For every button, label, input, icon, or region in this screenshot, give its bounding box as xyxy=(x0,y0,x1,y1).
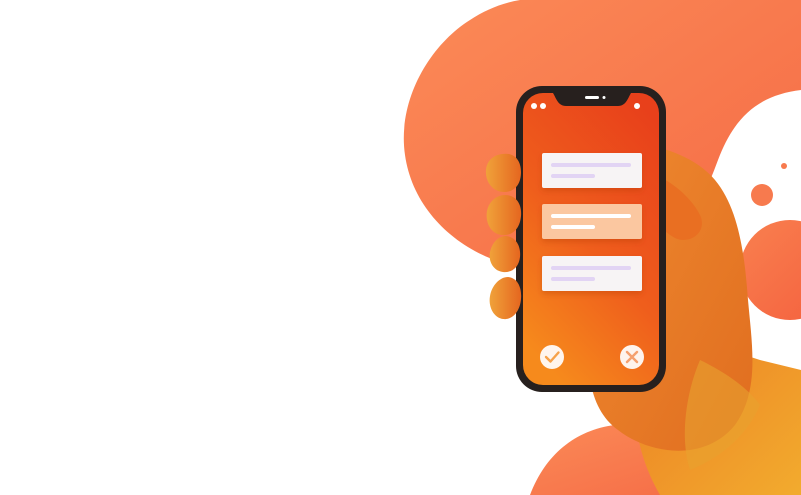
card-item[interactable] xyxy=(542,153,642,188)
card-line xyxy=(551,163,631,167)
blob-small-dot xyxy=(751,184,773,206)
finger-1 xyxy=(485,153,521,192)
phone xyxy=(516,86,666,392)
phone-illustration-svg xyxy=(403,0,801,495)
status-dot-2 xyxy=(540,103,546,109)
notch-speaker xyxy=(585,96,599,99)
phone-notch xyxy=(553,93,631,106)
blob-right-circle xyxy=(740,220,801,320)
status-dot-1 xyxy=(531,103,537,109)
status-dot-3 xyxy=(634,103,640,109)
card-line xyxy=(551,266,631,270)
card-line xyxy=(551,225,595,229)
reject-button[interactable] xyxy=(620,345,644,369)
hero-illustration xyxy=(0,0,801,495)
card-line xyxy=(551,214,631,218)
accept-button[interactable] xyxy=(540,345,564,369)
card-line xyxy=(551,277,595,281)
card-line xyxy=(551,174,595,178)
card-item[interactable] xyxy=(542,256,642,291)
notch-camera xyxy=(602,96,606,99)
card-list xyxy=(542,153,642,291)
blob-tiny-dot xyxy=(781,163,787,169)
card-item-highlighted[interactable] xyxy=(542,204,642,239)
